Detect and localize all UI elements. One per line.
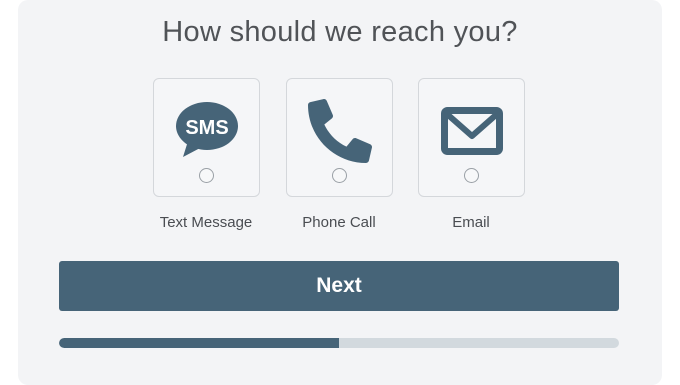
- page-title: How should we reach you?: [162, 16, 518, 48]
- progress-bar-fill: [59, 338, 339, 348]
- radio-text-message[interactable]: [199, 168, 214, 183]
- progress-bar: [59, 338, 619, 348]
- option-label-email: Email: [452, 214, 490, 231]
- radio-email[interactable]: [464, 168, 479, 183]
- next-button[interactable]: Next: [59, 261, 619, 311]
- option-email[interactable]: [418, 78, 525, 197]
- radio-phone-call[interactable]: [332, 168, 347, 183]
- envelope-icon: [419, 93, 524, 169]
- sms-bubble-icon: SMS: [154, 93, 259, 169]
- option-phone-call[interactable]: [286, 78, 393, 197]
- option-text-message[interactable]: SMS: [153, 78, 260, 197]
- phone-icon: [287, 93, 392, 169]
- svg-text:SMS: SMS: [185, 117, 228, 139]
